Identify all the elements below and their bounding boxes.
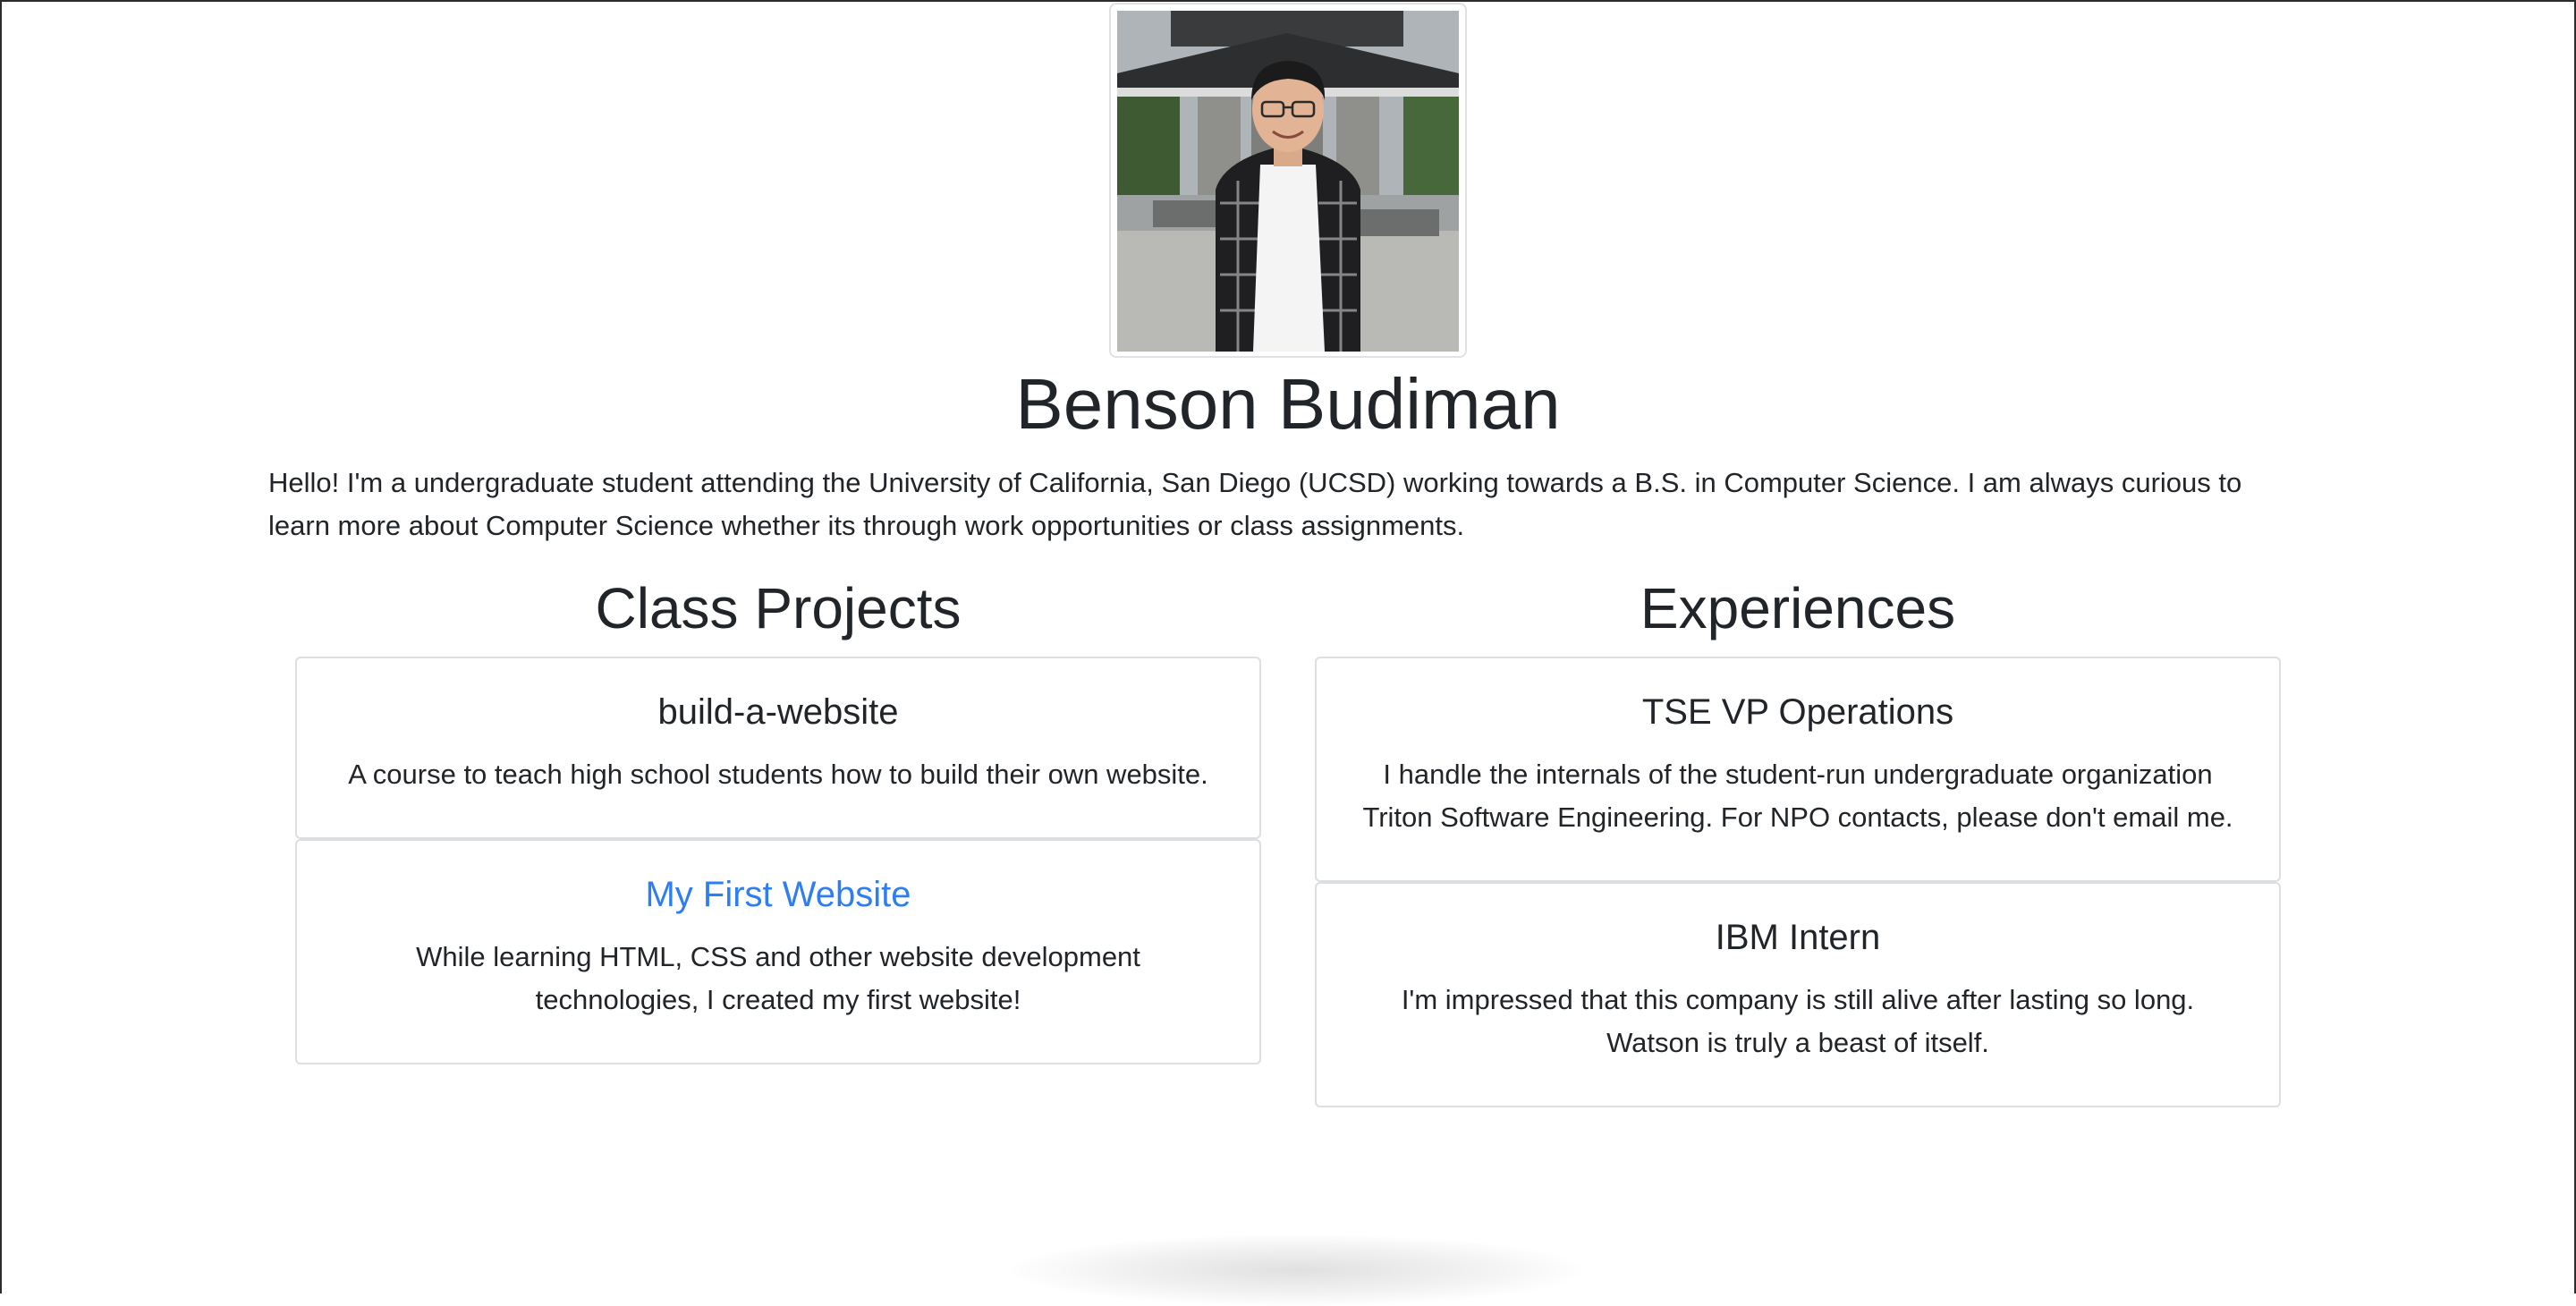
profile-name: Benson Budiman <box>1015 364 1561 444</box>
window-top-border <box>0 0 2576 2</box>
my-first-website-link[interactable]: My First Website <box>333 873 1224 916</box>
project-card-text: A course to teach high school students h… <box>348 759 1208 790</box>
bottom-shadow <box>1011 1234 1583 1306</box>
experience-card-tse-vp-operations: TSE VP Operations I handle the internals… <box>1315 657 2281 882</box>
project-card-build-a-website: build-a-website A course to teach high s… <box>295 657 1261 839</box>
profile-photo <box>1117 11 1459 352</box>
experience-card-text: I'm impressed that this company is still… <box>1401 984 2195 1058</box>
experience-card-title: IBM Intern <box>1715 918 1881 957</box>
experiences-heading: Experiences <box>1640 576 1956 640</box>
class-projects-heading: Class Projects <box>595 576 962 640</box>
project-card-title: build-a-website <box>657 692 899 732</box>
project-card-text: While learning HTML, CSS and other websi… <box>416 941 1140 1015</box>
project-card-my-first-website: My First Website While learning HTML, CS… <box>295 839 1261 1064</box>
experience-card-text: I handle the internals of the student-ru… <box>1362 759 2233 833</box>
window-left-border <box>0 0 2 1293</box>
experience-card-ibm-intern: IBM Intern I'm impressed that this compa… <box>1315 882 2281 1107</box>
profile-bio: Hello! I'm a undergraduate student atten… <box>268 467 2242 541</box>
profile-photo-frame <box>1109 3 1467 358</box>
experience-card-title: TSE VP Operations <box>1641 692 1954 732</box>
